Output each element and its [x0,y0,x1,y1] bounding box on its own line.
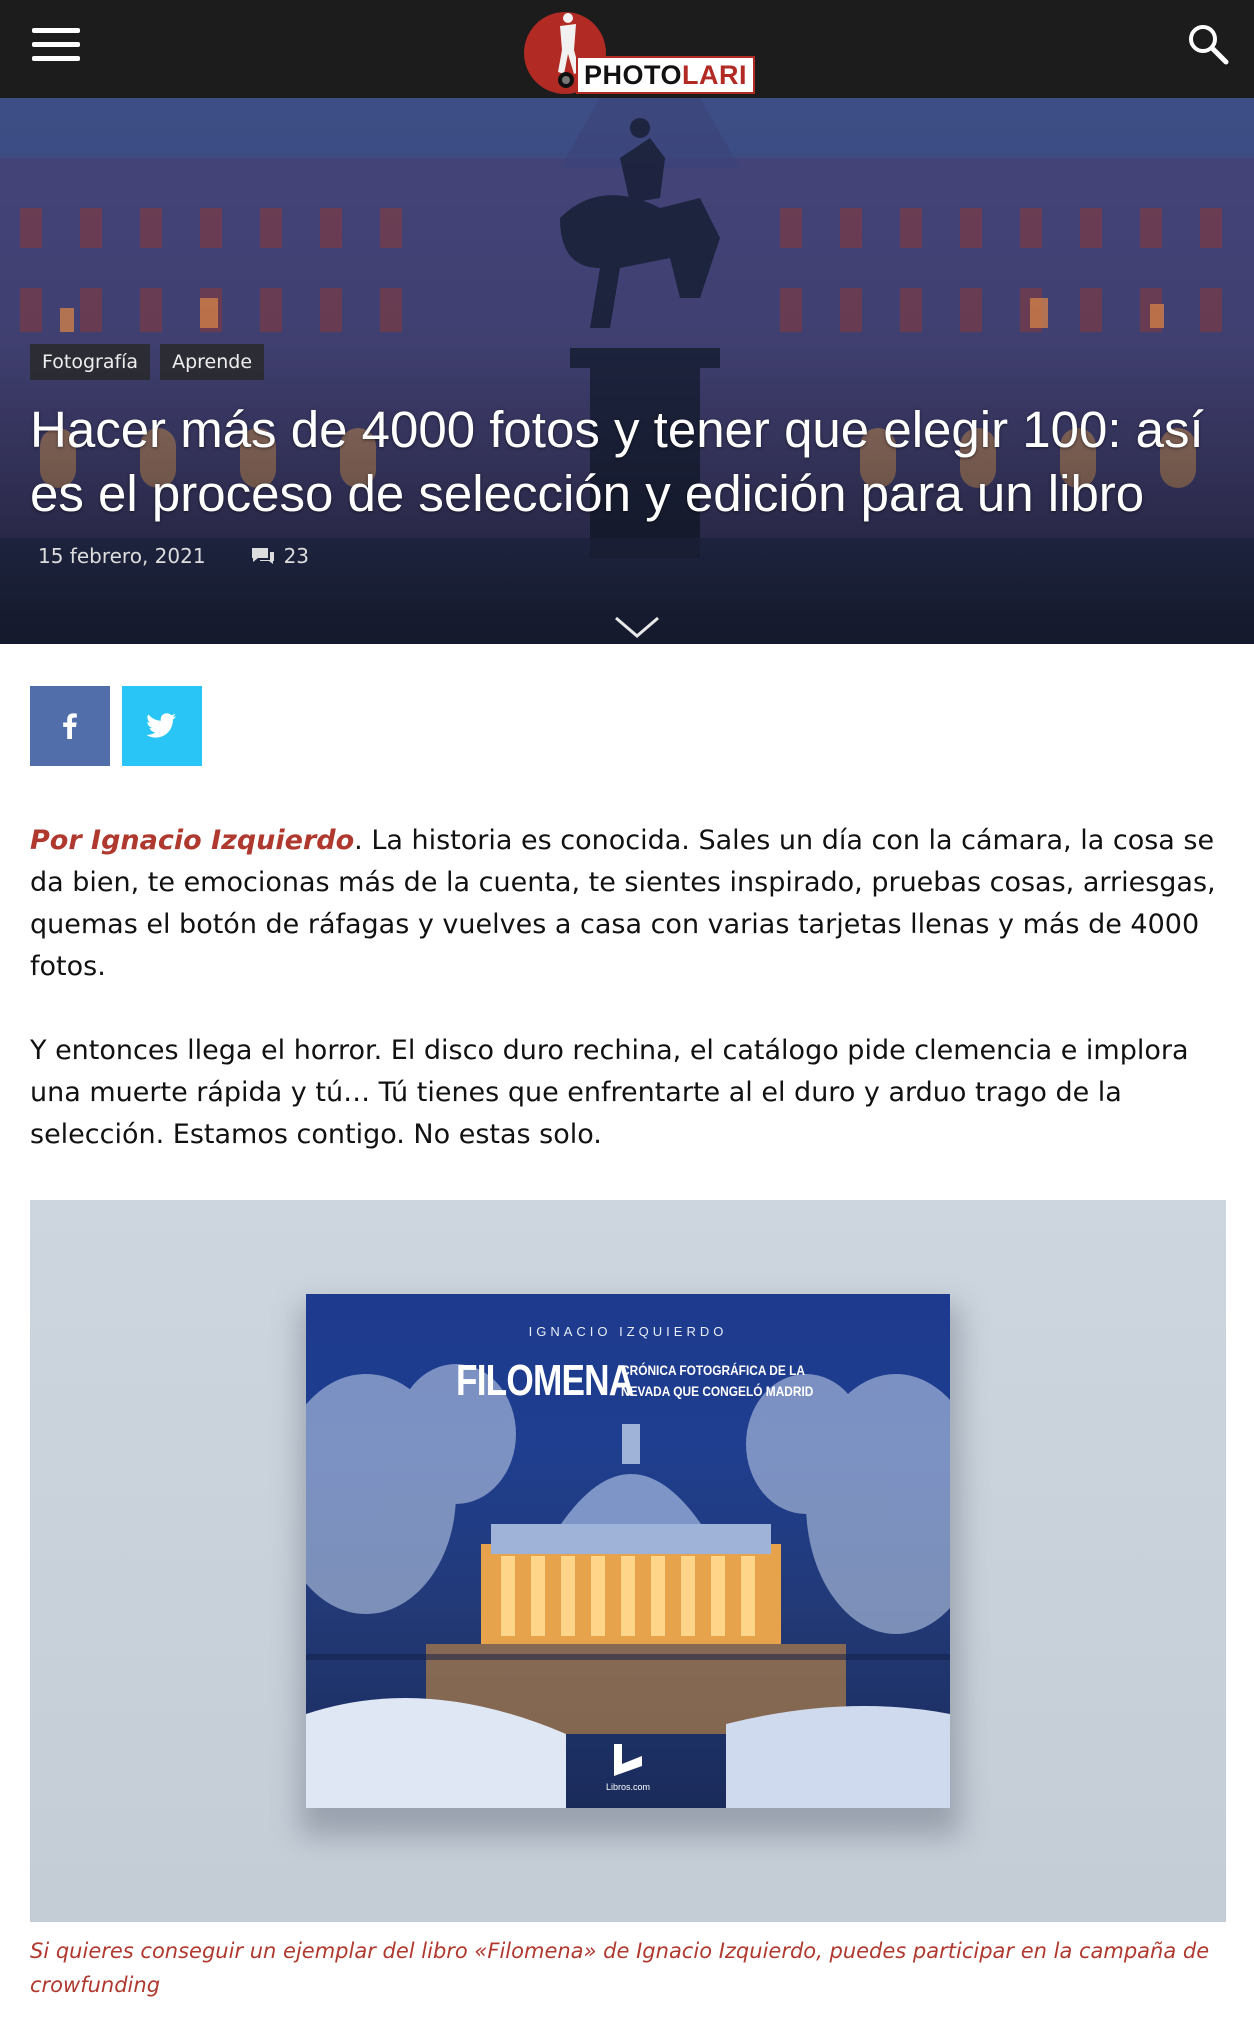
twitter-icon [147,713,176,738]
article-image[interactable]: IGNACIO IZQUIERDO FILOMENA CRÓNICA FOTOG… [30,1200,1226,1922]
chevron-down-icon[interactable] [614,616,660,640]
article-title: Hacer más de 4000 fotos y tener que eleg… [30,401,1204,522]
category-tags: Fotografía Aprende [30,344,265,380]
article-body: Por Ignacio Izquierdo. La historia es co… [30,820,1226,1198]
book-publisher: Libros.com [605,1782,650,1792]
publish-date: 15 febrero, 2021 [38,544,206,568]
image-caption: Si quieres conseguir un ejemplar del lib… [30,1939,1210,1997]
article-paragraph: Por Ignacio Izquierdo. La historia es co… [30,825,1216,982]
book-author: IGNACIO IZQUIERDO [528,1324,728,1339]
book-subtitle: CRÓNICA FOTOGRÁFICA DE LA NEVADA QUE CON… [621,1362,814,1399]
comment-icon [251,548,274,564]
facebook-icon [63,713,77,739]
comment-count: 23 [283,544,310,568]
comments-link[interactable]: 23 [250,544,309,568]
category-tag[interactable]: Aprende [160,344,265,380]
hero-banner: Fotografía Aprende Hacer más de 4000 fot… [0,98,1254,644]
hamburger-menu-icon[interactable] [32,24,80,64]
twitter-share-button[interactable] [122,686,202,766]
share-buttons [30,686,202,766]
site-logo[interactable]: PHOTOLARI [520,6,756,94]
search-icon[interactable] [1186,22,1230,66]
author-link[interactable]: Por Ignacio Izquierdo [30,825,354,856]
article-paragraph: Y entonces llega el horror. El disco dur… [30,1035,1189,1150]
book-title: FILOMENA [456,1356,634,1405]
article-meta: 15 febrero, 2021 23 [38,544,309,568]
facebook-share-button[interactable] [30,686,110,766]
logo-wordmark: PHOTOLARI [576,56,756,94]
book-cover: IGNACIO IZQUIERDO FILOMENA CRÓNICA FOTOG… [306,1294,950,1808]
top-bar: PHOTOLARI [0,0,1254,98]
category-tag[interactable]: Fotografía [30,344,151,380]
